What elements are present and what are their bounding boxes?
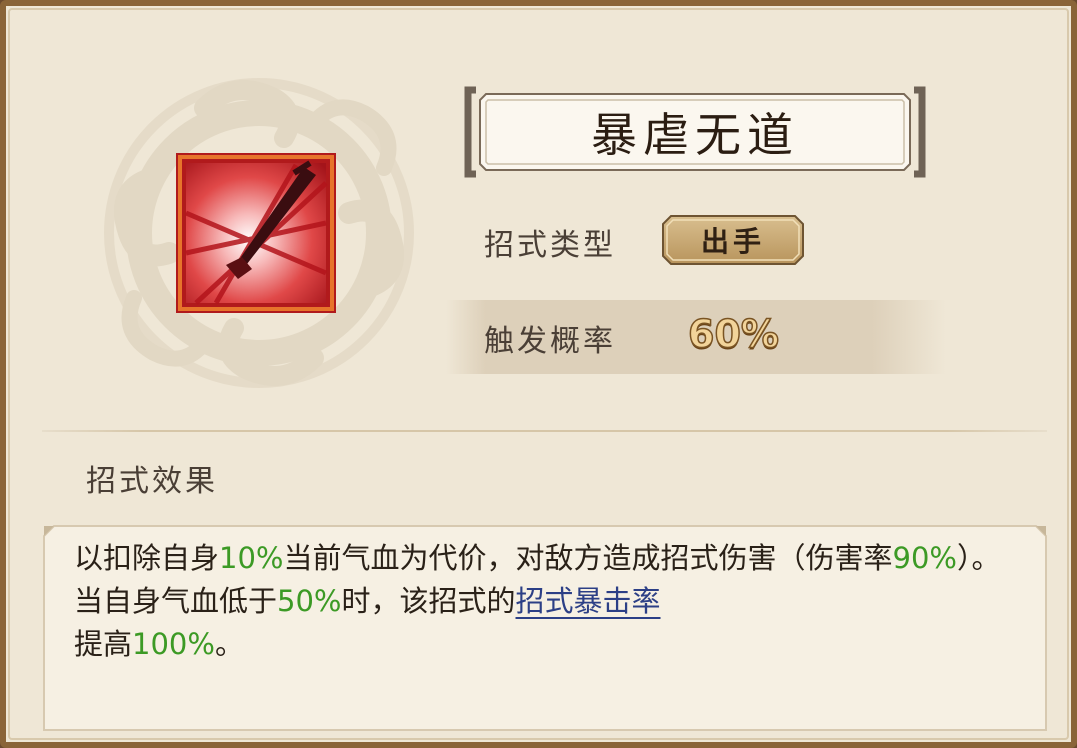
skill-name: 暴虐无道: [591, 108, 799, 162]
effect-text-part: 。: [214, 627, 244, 661]
effect-hp-cost-value: 10%: [219, 541, 284, 575]
effect-hp-threshold-value: 50%: [277, 584, 342, 618]
effect-text-part: 以扣除自身: [74, 541, 220, 575]
trigger-rate-value: 60%: [687, 311, 779, 357]
effect-crit-bonus-value: 100%: [132, 627, 215, 661]
effect-text-part: 提高: [74, 627, 133, 661]
effect-description: 以扣除自身10%当前气血为代价，对敌方造成招式伤害（伤害率90%）。当自身气血低…: [74, 537, 1004, 666]
effect-damage-rate-value: 90%: [892, 541, 957, 575]
blade-slash-skill-icon[interactable]: [176, 153, 336, 313]
effect-heading: 招式效果: [86, 464, 218, 499]
skill-type-badge: 出手: [661, 214, 805, 266]
skill-type-value: 出手: [700, 225, 765, 258]
section-divider: [42, 430, 1047, 432]
skill-type-label: 招式类型: [484, 228, 616, 263]
crit-rate-link[interactable]: 招式暴击率: [516, 584, 661, 618]
skill-title-plate: 暴虐无道: [464, 86, 926, 178]
effect-text-part: 当前气血为代价，对敌方造成招式伤害（伤害率: [283, 541, 893, 575]
skill-detail-panel: 暴虐无道 招式类型 出手 触发概率 60% 招式效果 以扣除自身10%当前气血为…: [0, 0, 1077, 748]
effect-text-part: 时，该招式的: [341, 584, 516, 618]
trigger-rate-label: 触发概率: [484, 324, 616, 359]
